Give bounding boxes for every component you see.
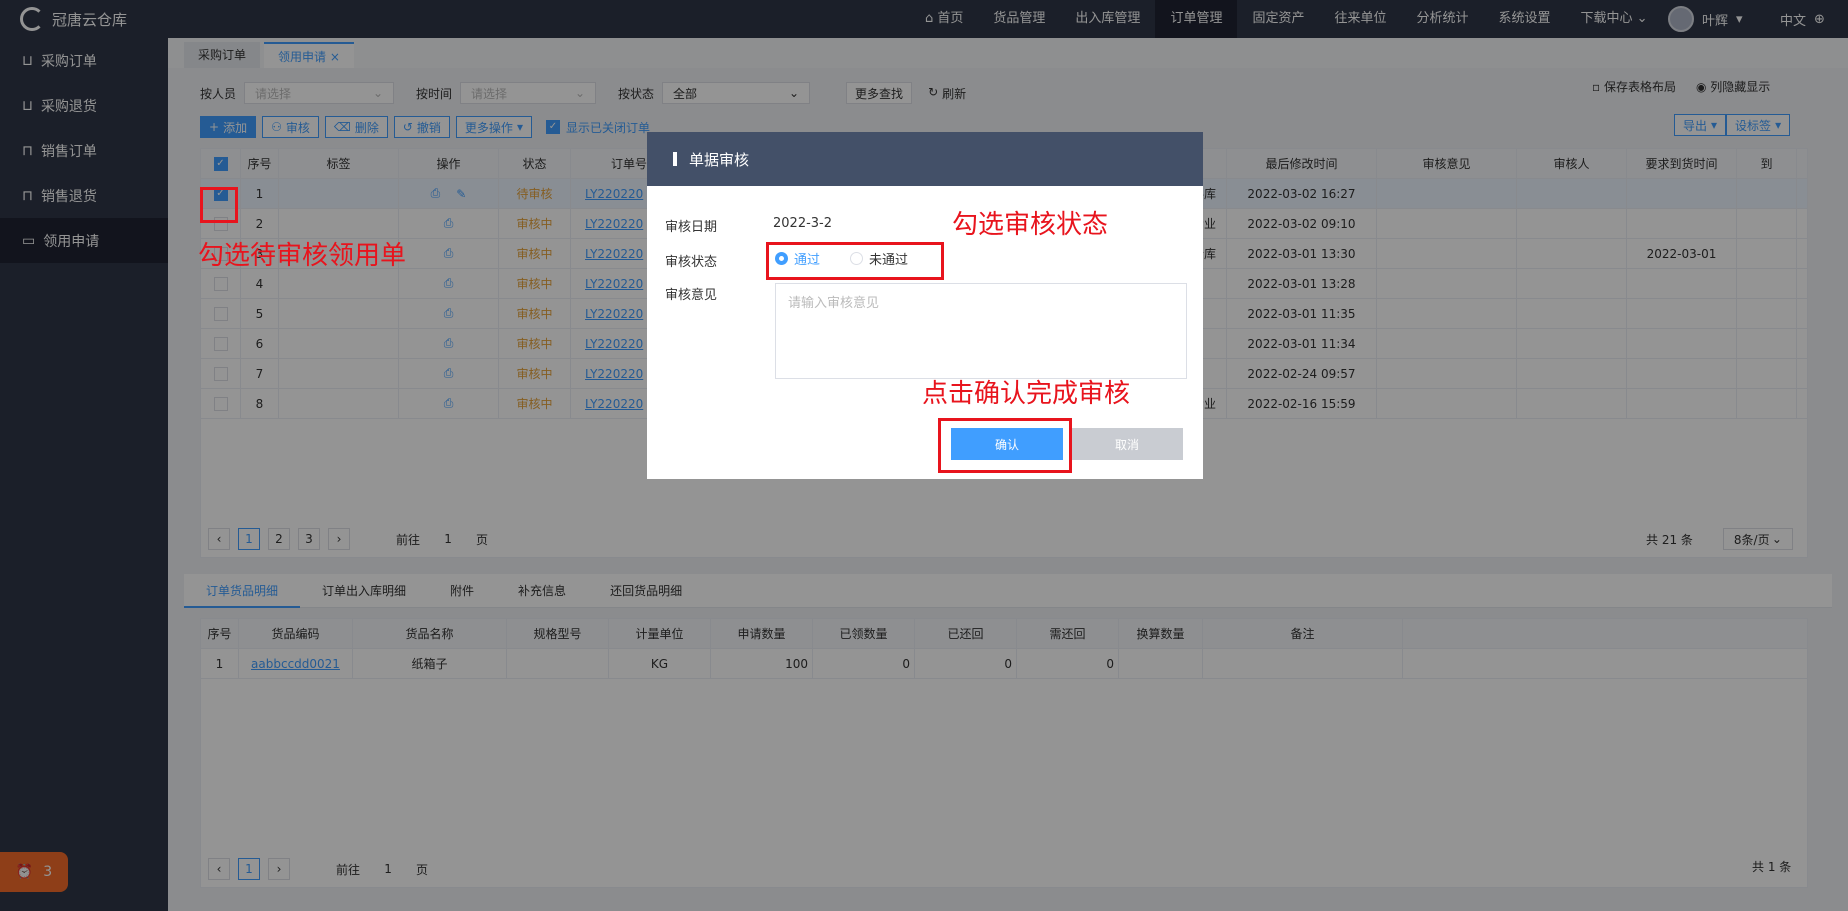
dialog-header: 单据审核 bbox=[647, 132, 1203, 186]
annotation-box-status bbox=[766, 242, 944, 280]
annotation-box-checkbox bbox=[200, 187, 238, 223]
annotation-select-status: 勾选审核状态 bbox=[952, 210, 1109, 240]
audit-date-label: 审核日期 bbox=[665, 220, 718, 235]
audit-date-value: 2022-3-2 bbox=[773, 216, 833, 231]
dialog-title: 单据审核 bbox=[689, 150, 750, 169]
cancel-button[interactable]: 取消 bbox=[1071, 428, 1183, 460]
annotation-click-confirm: 点击确认完成审核 bbox=[922, 379, 1131, 409]
title-bar-icon bbox=[673, 152, 677, 166]
audit-status-label: 审核状态 bbox=[665, 255, 718, 270]
annotation-select-order: 勾选待审核领用单 bbox=[198, 241, 407, 271]
audit-dialog: 单据审核 审核日期 2022-3-2 审核状态 通过 未通过 审核意见 请输入审… bbox=[647, 132, 1203, 479]
annotation-box-confirm bbox=[938, 418, 1072, 473]
audit-opinion-label: 审核意见 bbox=[665, 288, 718, 303]
audit-opinion-input[interactable]: 请输入审核意见 bbox=[775, 283, 1187, 379]
